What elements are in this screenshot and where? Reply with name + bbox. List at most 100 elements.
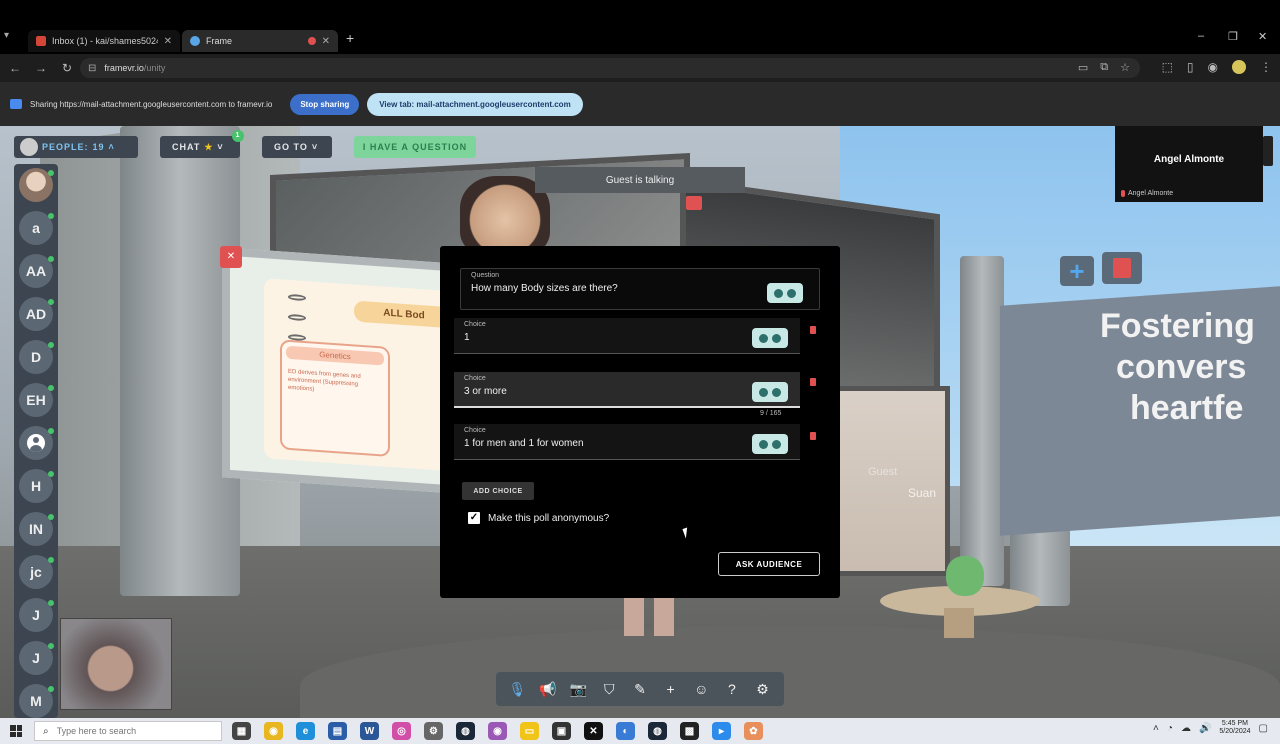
app-icon[interactable]: ◎	[392, 722, 411, 740]
pen-icon[interactable]: ✎	[627, 681, 653, 698]
camera-icon[interactable]: 📷	[566, 681, 592, 698]
megaphone-icon[interactable]: 📢	[535, 681, 561, 698]
avatar[interactable]	[19, 426, 54, 460]
question-field[interactable]: Question How many Body sizes are there?	[460, 268, 820, 310]
extensions-icon[interactable]: ⬚	[1162, 60, 1173, 74]
anonymous-row[interactable]: ✓ Make this poll anonymous?	[468, 512, 609, 524]
mic-icon[interactable]: 🎙	[504, 681, 530, 698]
avatar[interactable]	[19, 168, 54, 202]
emoji-picker-icon[interactable]	[767, 283, 803, 303]
avatar[interactable]: AA	[19, 254, 54, 288]
settings-icon[interactable]: ⚙	[750, 681, 776, 698]
steam-app-icon[interactable]: ◍	[648, 722, 667, 740]
close-tab-icon[interactable]: ✕	[322, 36, 330, 47]
menu-icon[interactable]: ⋮	[1260, 60, 1272, 74]
seat-icon[interactable]: ⛉	[596, 681, 622, 698]
people-button[interactable]: PEOPLE: 19 ˄	[14, 136, 138, 158]
app-icon[interactable]: ▩	[680, 722, 699, 740]
profile-avatar[interactable]	[1232, 60, 1246, 74]
app-icon[interactable]: ◐	[616, 722, 635, 740]
self-camera[interactable]	[60, 618, 172, 710]
cast-icon[interactable]: ▭	[1078, 61, 1088, 74]
minimize-button[interactable]: –	[1198, 30, 1204, 42]
forward-icon[interactable]: →	[28, 61, 54, 75]
chevron-up-icon[interactable]: ˄	[1153, 723, 1159, 734]
edge-app-icon[interactable]: e	[296, 722, 315, 740]
network-icon[interactable]: ◔	[1167, 723, 1173, 734]
windows-start-icon[interactable]	[10, 725, 22, 737]
app-icon[interactable]: ◉	[488, 722, 507, 740]
volume-icon[interactable]: 🔊	[1199, 723, 1211, 734]
taskbar-search-input[interactable]	[56, 726, 207, 736]
tab-search-icon[interactable]: ▾	[4, 30, 9, 41]
maximize-button[interactable]: ❐	[1228, 30, 1238, 43]
stop-sharing-button[interactable]: Stop sharing	[290, 93, 360, 115]
delete-choice-icon[interactable]	[810, 378, 816, 386]
choice-input[interactable]: 3 or more	[464, 386, 507, 397]
emoji-icon[interactable]: ☺	[688, 681, 714, 697]
taskbar-search[interactable]: ⌕	[34, 721, 222, 741]
vr-scene[interactable]: Guest Suan ALL Bod Genetics ED derives f…	[0, 126, 1280, 718]
chat-button[interactable]: CHAT ★ ˅ 1	[160, 130, 244, 158]
question-input[interactable]: How many Body sizes are there?	[471, 283, 618, 294]
site-info-icon[interactable]: ⊟	[88, 63, 96, 74]
app-icon[interactable]: ✕	[584, 722, 603, 740]
view-tab-button[interactable]: View tab: mail-attachment.googleusercont…	[367, 92, 583, 116]
notification-icon[interactable]: ▢	[1259, 723, 1268, 734]
emoji-picker-icon[interactable]	[752, 382, 788, 402]
app-icon[interactable]: ▣	[552, 722, 571, 740]
choice-field[interactable]: Choice 3 or more	[454, 372, 800, 408]
avatar[interactable]: J	[19, 598, 54, 632]
ask-audience-button[interactable]: ASK AUDIENCE	[718, 552, 820, 576]
new-tab-button[interactable]: +	[346, 30, 354, 46]
settings-app-icon[interactable]: ⚙	[424, 722, 443, 740]
choice-input[interactable]: 1	[464, 332, 470, 343]
avatar[interactable]: EH	[19, 383, 54, 417]
emoji-picker-icon[interactable]	[752, 434, 788, 454]
task-view-icon[interactable]: ▦	[232, 722, 251, 740]
close-icon[interactable]	[686, 196, 702, 210]
word-app-icon[interactable]: W	[360, 722, 379, 740]
close-icon[interactable]: ✕	[220, 246, 242, 268]
choice-field[interactable]: Choice 1	[454, 318, 800, 354]
cloud-icon[interactable]: ☁	[1181, 723, 1191, 734]
goto-button[interactable]: GO TO ˅	[262, 136, 332, 158]
avatar[interactable]: a	[19, 211, 54, 245]
video-tile[interactable]: Angel Almonte Angel Almonte	[1115, 126, 1263, 202]
reload-icon[interactable]: ↻	[54, 61, 80, 75]
close-window-button[interactable]: ✕	[1258, 30, 1267, 43]
have-question-button[interactable]: I HAVE A QUESTION	[354, 136, 476, 158]
app-icon[interactable]: ✿	[744, 722, 763, 740]
close-tab-icon[interactable]: ✕	[164, 36, 172, 47]
anonymous-checkbox[interactable]: ✓	[468, 512, 480, 524]
avatar[interactable]: H	[19, 469, 54, 503]
delete-choice-icon[interactable]	[810, 432, 816, 440]
clock[interactable]: 5:45 PM 5/20/2024	[1219, 720, 1250, 737]
choice-field[interactable]: Choice 1 for men and 1 for women	[454, 424, 800, 460]
choice-input[interactable]: 1 for men and 1 for women	[464, 438, 584, 449]
tab-frame[interactable]: Frame ✕	[182, 30, 338, 52]
avatar[interactable]: D	[19, 340, 54, 374]
folder-app-icon[interactable]: ▭	[520, 722, 539, 740]
address-bar[interactable]: ⊟ framevr.io/unity ▭ ⧉ ☆	[80, 58, 1140, 78]
chrome-icon[interactable]: ◉	[1208, 60, 1218, 74]
store-app-icon[interactable]: ▤	[328, 722, 347, 740]
emoji-picker-icon[interactable]	[752, 328, 788, 348]
avatar[interactable]: M	[19, 684, 54, 718]
avatar[interactable]: IN	[19, 512, 54, 546]
add-choice-button[interactable]: ADD CHOICE	[462, 482, 534, 500]
bookmark-star-icon[interactable]: ☆	[1120, 61, 1130, 74]
delete-object-button[interactable]	[1102, 252, 1142, 284]
back-icon[interactable]: ←	[2, 61, 28, 75]
plus-icon[interactable]: +	[658, 681, 684, 697]
screen-share-icon[interactable]: ⧉	[1100, 61, 1108, 74]
steam-app-icon[interactable]: ◍	[456, 722, 475, 740]
add-object-button[interactable]: +	[1060, 256, 1094, 286]
avatar[interactable]: jc	[19, 555, 54, 589]
sidebar-icon[interactable]: ▯	[1187, 60, 1194, 74]
panel-toggle[interactable]	[1263, 136, 1273, 166]
tab-gmail[interactable]: Inbox (1) - kai/shames5024@g ✕	[28, 30, 180, 52]
avatar[interactable]: J	[19, 641, 54, 675]
delete-choice-icon[interactable]	[810, 326, 816, 334]
zoom-app-icon[interactable]: ▸	[712, 722, 731, 740]
